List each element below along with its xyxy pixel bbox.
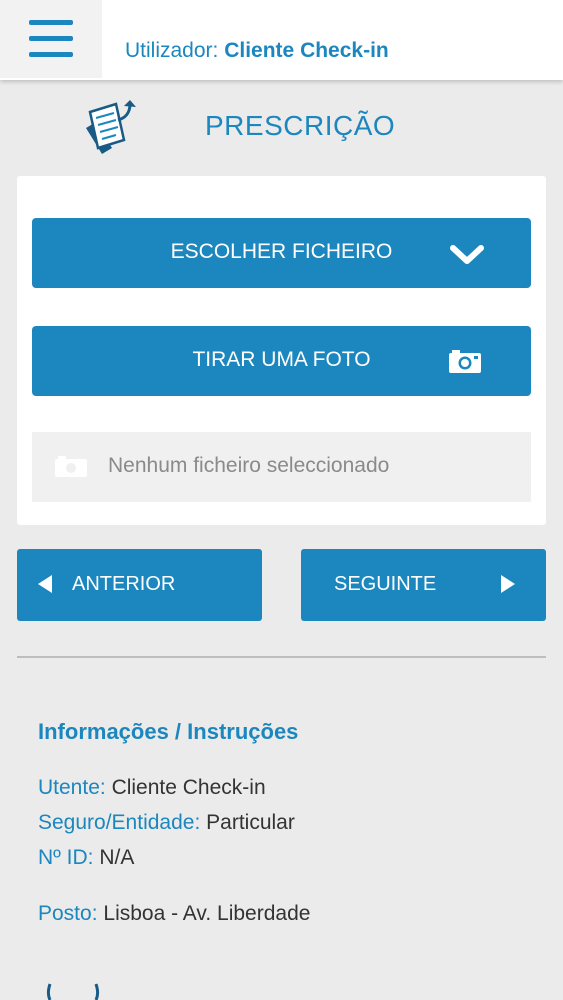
hamburger-line [29,52,73,57]
patient-value: Cliente Check-in [111,776,266,799]
footer-logo-icon [47,983,99,1000]
insurance-row: Seguro/Entidade: Particular [38,811,295,835]
prescription-document-icon [86,100,136,154]
user-name: Cliente Check-in [224,39,389,62]
insurance-key: Seguro/Entidade: [38,811,201,834]
id-value: N/A [99,846,135,869]
user-prefix: Utilizador: [125,39,219,62]
upload-card: ESCOLHER FICHEIRO TIRAR UMA FOTO Nenhum … [17,176,546,525]
next-button[interactable]: SEGUINTE [301,549,546,621]
file-placeholder-icon [55,456,87,477]
hamburger-line [29,36,73,41]
chevron-down-icon [450,245,484,264]
id-key: Nº ID: [38,846,94,869]
file-status-field: Nenhum ficheiro seleccionado [32,432,531,502]
hamburger-menu-icon [29,20,73,25]
post-value: Lisboa - Av. Liberdade [103,902,311,925]
info-title: Informações / Instruções [38,719,299,744]
arrow-left-icon [38,575,52,593]
previous-label: ANTERIOR [72,573,176,595]
insurance-value: Particular [206,811,295,834]
file-status-text: Nenhum ficheiro seleccionado [108,454,390,477]
page-title: PRESCRIÇÃO [205,110,396,141]
patient-row: Utente: Cliente Check-in [38,776,266,800]
id-row: Nº ID: N/A [38,846,134,870]
post-key: Posto: [38,902,98,925]
menu-button[interactable] [0,0,102,78]
previous-button[interactable]: ANTERIOR [17,549,262,621]
arrow-right-icon [501,575,515,593]
next-label: SEGUINTE [334,573,437,595]
user-info: Utilizador: Cliente Check-in [125,39,389,63]
post-row: Posto: Lisboa - Av. Liberdade [38,902,310,926]
camera-icon [449,350,481,373]
take-photo-button[interactable]: TIRAR UMA FOTO [32,326,531,396]
choose-file-button[interactable]: ESCOLHER FICHEIRO [32,218,531,288]
divider [17,656,546,658]
patient-key: Utente: [38,776,106,799]
top-bar: Utilizador: Cliente Check-in [0,0,563,80]
page-header: PRESCRIÇÃO [0,96,563,160]
